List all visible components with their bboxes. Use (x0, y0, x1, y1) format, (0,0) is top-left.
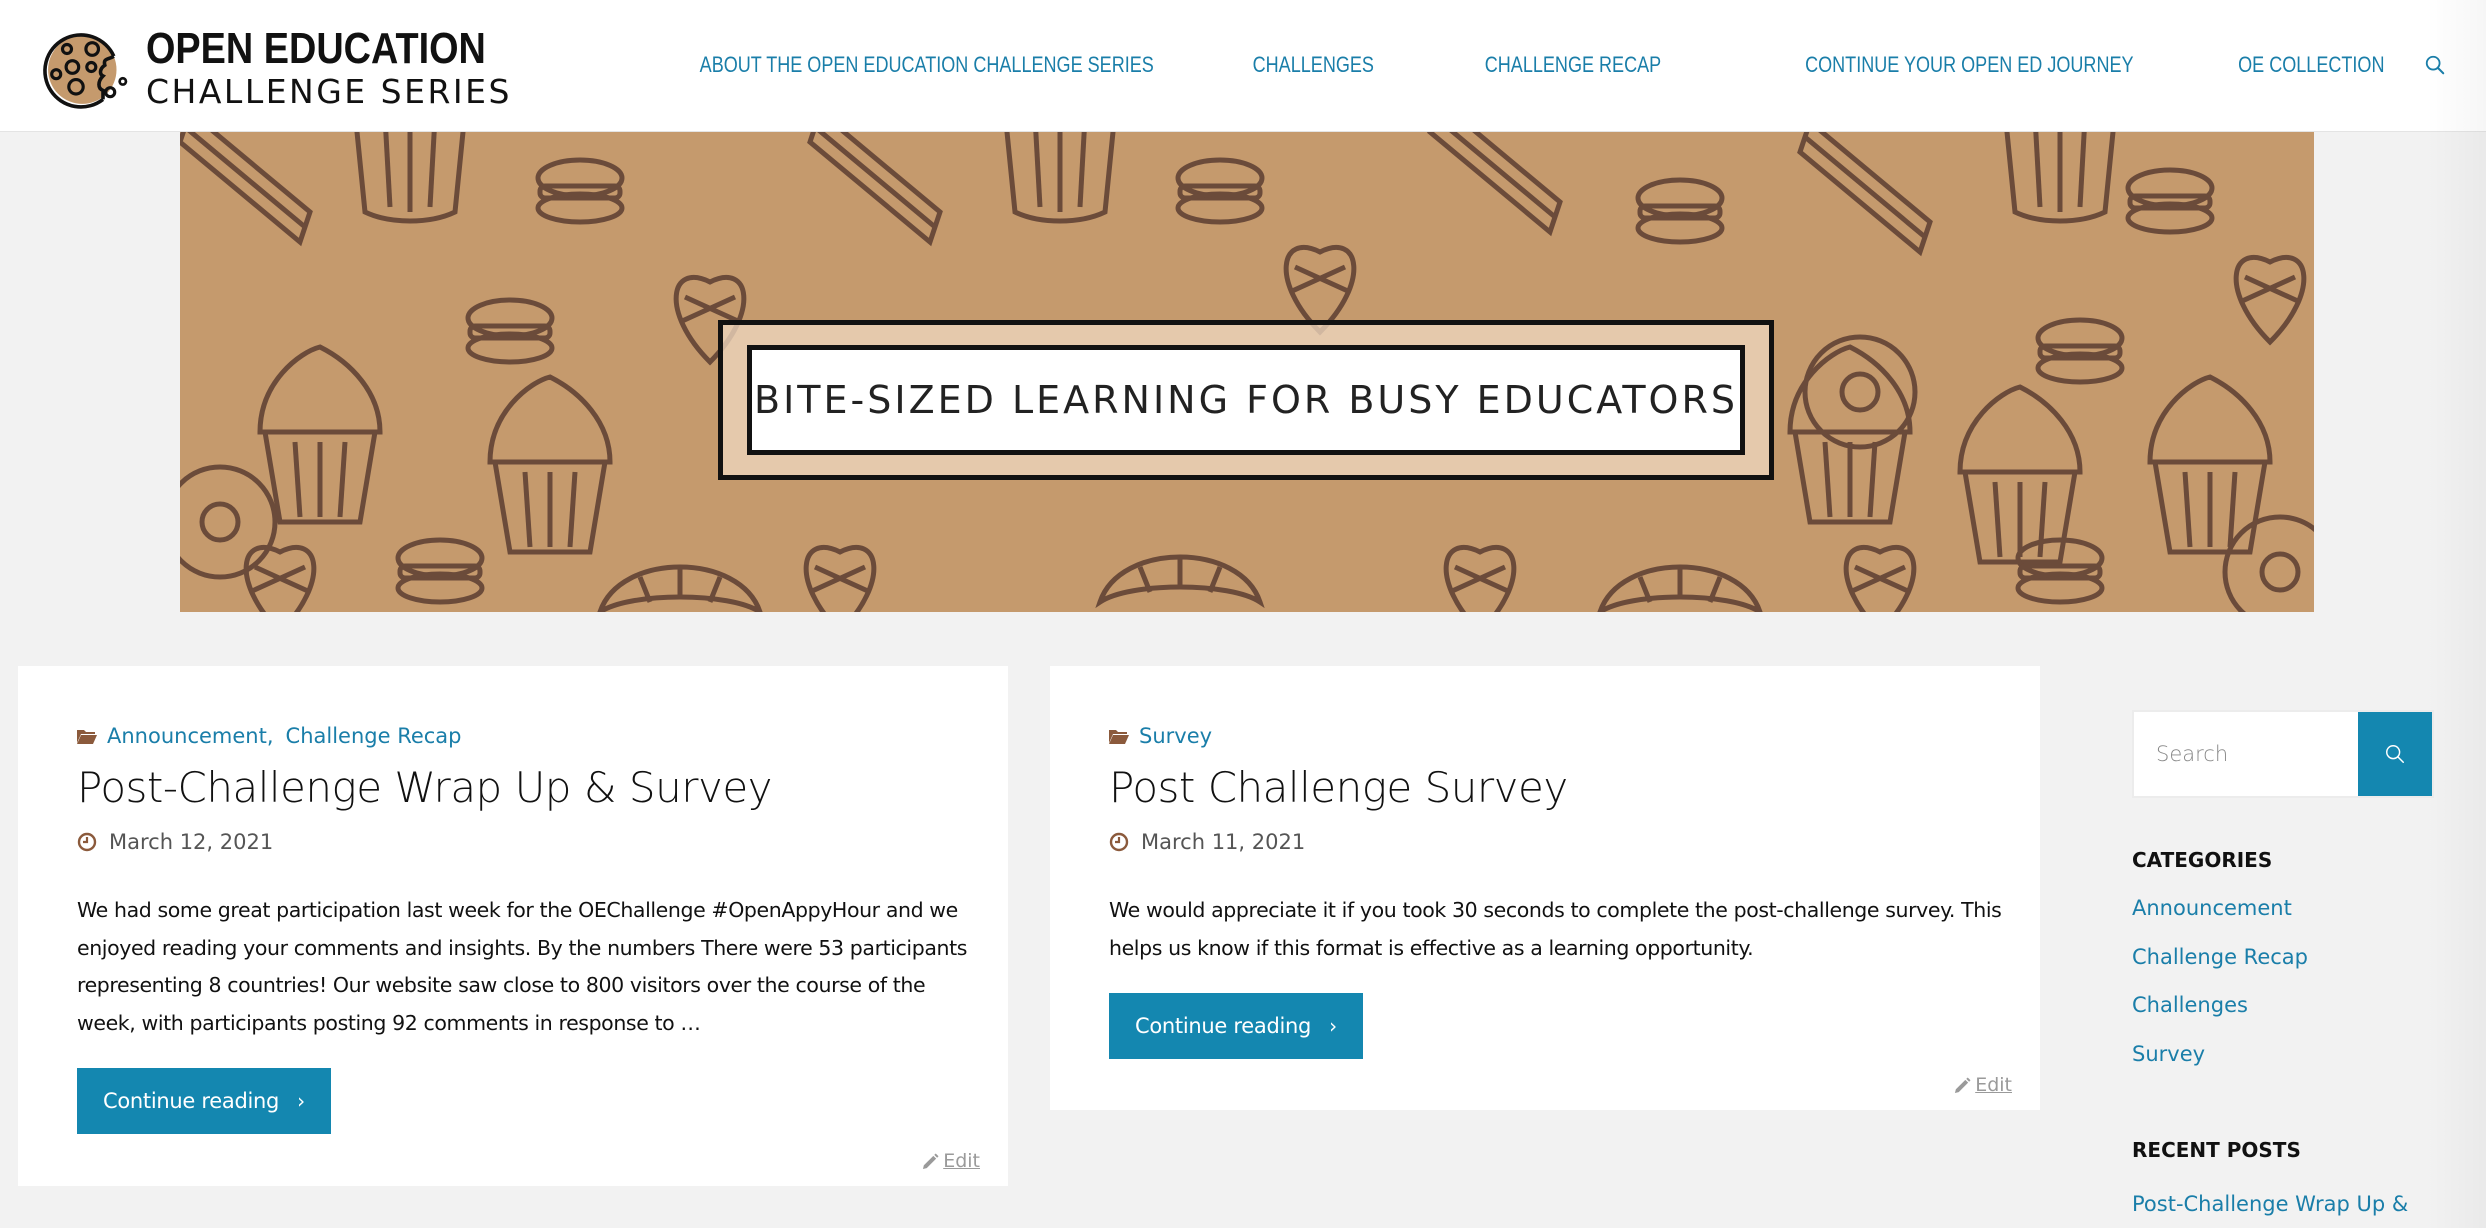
site-logo[interactable]: OPEN EDUCATION CHALLENGE SERIES (40, 22, 541, 112)
banner-title: BITE-SIZED LEARNING FOR BUSY EDUCATORS (754, 378, 1738, 422)
clock-icon (1109, 832, 1129, 852)
clock-icon (77, 832, 97, 852)
recent-post-item: Post-Challenge Wrap Up & (2132, 1192, 2432, 1216)
chevron-right-icon: › (1329, 1014, 1337, 1038)
nav-oe-collection[interactable]: OE COLLECTION (2238, 52, 2384, 78)
sidebar-search-button[interactable] (2358, 712, 2432, 796)
continue-reading-button[interactable]: Continue reading › (1109, 993, 1363, 1059)
edit-post-link[interactable]: Edit (922, 1150, 980, 1172)
nav-challenge-recap[interactable]: CHALLENGE RECAP (1485, 52, 1661, 78)
recent-post-link[interactable]: Post-Challenge Wrap Up & (2132, 1192, 2408, 1216)
nav-challenges[interactable]: CHALLENGES (1252, 52, 1373, 78)
sidebar-category-challenges[interactable]: Challenges (2132, 993, 2248, 1017)
nav-about[interactable]: ABOUT THE OPEN EDUCATION CHALLENGE SERIE… (700, 52, 1154, 78)
sidebar: CATEGORIES Announcement Challenge Recap … (2132, 710, 2434, 1216)
nav-search-button[interactable] (2424, 54, 2446, 76)
scroll-edge-shade (2426, 0, 2486, 1228)
post-date-text: March 12, 2021 (109, 830, 274, 854)
categories-widget: CATEGORIES Announcement Challenge Recap … (2132, 848, 2432, 1090)
edit-post-link[interactable]: Edit (1954, 1074, 2012, 1096)
edit-label: Edit (943, 1150, 980, 1172)
continue-reading-label: Continue reading (103, 1089, 280, 1113)
sidebar-category-challenge-recap[interactable]: Challenge Recap (2132, 945, 2308, 969)
nav-continue-journey[interactable]: CONTINUE YOUR OPEN ED JOURNEY (1805, 52, 2133, 78)
post-card: Survey Post Challenge Survey March 11, 2… (1050, 666, 2040, 1110)
post-excerpt: We had some great participation last wee… (77, 898, 967, 1035)
post-categories: Announcement , Challenge Recap (77, 721, 980, 751)
search-icon (2386, 745, 2404, 763)
post-card: Announcement , Challenge Recap Post-Chal… (18, 666, 1008, 1186)
sidebar-category-announcement[interactable]: Announcement (2132, 896, 2292, 920)
category-link-challenge-recap[interactable]: Challenge Recap (286, 724, 462, 748)
banner-inner-box: BITE-SIZED LEARNING FOR BUSY EDUCATORS (747, 345, 1745, 455)
logo-subtitle: CHALLENGE SERIES (146, 71, 512, 111)
folder-icon (1109, 730, 1129, 744)
continue-reading-label: Continue reading (1135, 1014, 1312, 1038)
search-icon (2425, 55, 2445, 75)
sidebar-search-form (2132, 710, 2434, 798)
main-nav: ABOUT THE OPEN EDUCATION CHALLENGE SERIE… (528, 52, 2446, 78)
sidebar-search-input[interactable] (2134, 712, 2358, 796)
sidebar-category-survey[interactable]: Survey (2132, 1042, 2205, 1066)
site-header: OPEN EDUCATION CHALLENGE SERIES ABOUT TH… (0, 0, 2486, 132)
edit-label: Edit (1975, 1074, 2012, 1096)
logo-title: OPEN EDUCATION (146, 23, 486, 73)
category-item: Challenges (2132, 993, 2432, 1042)
post-date-text: March 11, 2021 (1141, 830, 1306, 854)
category-item: Challenge Recap (2132, 945, 2432, 994)
category-item: Survey (2132, 1042, 2432, 1091)
post-date: March 12, 2021 (77, 830, 980, 854)
pencil-icon (1955, 1076, 1971, 1093)
continue-reading-button[interactable]: Continue reading › (77, 1068, 331, 1134)
hero-banner: BITE-SIZED LEARNING FOR BUSY EDUCATORS (180, 132, 2314, 612)
post-title-link[interactable]: Post Challenge Survey (1109, 763, 2012, 812)
recent-posts-list: Post-Challenge Wrap Up & (2132, 1192, 2432, 1216)
post-excerpt: We would appreciate it if you took 30 se… (1109, 898, 2002, 960)
category-item: Announcement (2132, 896, 2432, 945)
category-link-announcement[interactable]: Announcement (107, 724, 267, 748)
category-separator: , (266, 724, 274, 748)
recent-posts-title: RECENT POSTS (2132, 1138, 2301, 1162)
pencil-icon (923, 1152, 939, 1169)
post-date: March 11, 2021 (1109, 830, 2012, 854)
post-categories: Survey (1109, 721, 2012, 751)
category-link-survey[interactable]: Survey (1139, 724, 1212, 748)
categories-title: CATEGORIES (2132, 848, 2273, 872)
folder-icon (77, 730, 97, 744)
cookie-icon (43, 33, 128, 109)
categories-list: Announcement Challenge Recap Challenges … (2132, 896, 2432, 1090)
post-title-link[interactable]: Post-Challenge Wrap Up & Survey (77, 763, 980, 812)
recent-posts-widget: RECENT POSTS Post-Challenge Wrap Up & (2132, 1138, 2432, 1216)
banner-frame: BITE-SIZED LEARNING FOR BUSY EDUCATORS (718, 320, 1774, 480)
chevron-right-icon: › (297, 1089, 305, 1113)
